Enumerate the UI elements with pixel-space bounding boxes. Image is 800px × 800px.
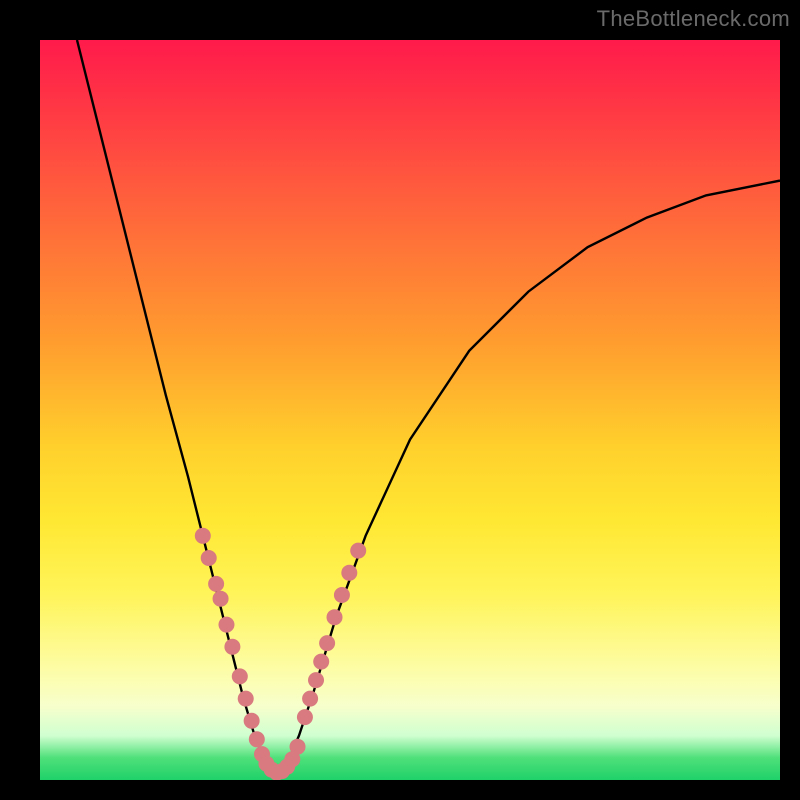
marker-dot [195, 528, 211, 544]
marker-dot [290, 739, 306, 755]
marker-dot [334, 587, 350, 603]
marker-dot [218, 617, 234, 633]
marker-dot [213, 591, 229, 607]
marker-group [195, 528, 366, 780]
marker-dot [224, 639, 240, 655]
marker-dot [238, 691, 254, 707]
marker-dot [313, 654, 329, 670]
marker-dot [350, 543, 366, 559]
marker-dot [208, 576, 224, 592]
marker-dot [302, 691, 318, 707]
bottleneck-curve [77, 40, 780, 773]
marker-dot [297, 709, 313, 725]
watermark-text: TheBottleneck.com [597, 6, 790, 32]
marker-dot [232, 668, 248, 684]
marker-dot [319, 635, 335, 651]
marker-dot [308, 672, 324, 688]
marker-dot [341, 565, 357, 581]
plot-area [40, 40, 780, 780]
marker-dot [201, 550, 217, 566]
curve-overlay [40, 40, 780, 780]
marker-dot [327, 609, 343, 625]
marker-dot [244, 713, 260, 729]
marker-dot [249, 731, 265, 747]
chart-frame: TheBottleneck.com [0, 0, 800, 800]
